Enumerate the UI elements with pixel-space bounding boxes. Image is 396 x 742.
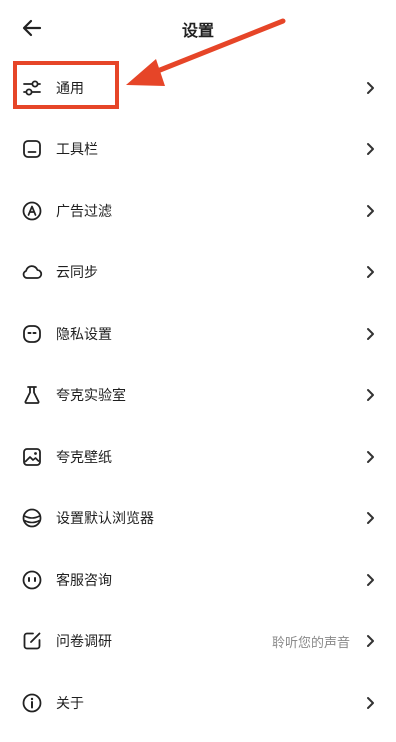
settings-item-label: 夸克实验室 [56, 388, 126, 405]
survey-icon [21, 630, 43, 652]
support-icon [21, 569, 43, 591]
chevron-right-icon [365, 634, 375, 648]
chevron-right-icon [365, 265, 375, 279]
settings-item-label: 问卷调研 [56, 634, 112, 651]
chevron-right-icon [365, 573, 375, 587]
header: 设置 [0, 0, 396, 56]
browser-icon [21, 507, 43, 529]
ad-block-icon [21, 200, 43, 222]
chevron-right-icon [365, 696, 375, 710]
settings-item-default-browser[interactable]: 设置默认浏览器 [0, 488, 396, 550]
chevron-right-icon [365, 142, 375, 156]
settings-item-about[interactable]: 关于 [0, 672, 396, 734]
settings-item-label: 通用 [56, 80, 84, 97]
flask-icon [21, 384, 43, 406]
chevron-right-icon [365, 81, 375, 95]
settings-item-label: 关于 [56, 695, 84, 712]
sliders-icon [21, 77, 43, 99]
privacy-icon [21, 323, 43, 345]
settings-item-privacy[interactable]: 隐私设置 [0, 303, 396, 365]
settings-item-ad-block[interactable]: 广告过滤 [0, 180, 396, 242]
toolbar-icon [21, 138, 43, 160]
settings-item-cloud-sync[interactable]: 云同步 [0, 242, 396, 304]
settings-item-label: 工具栏 [56, 142, 98, 159]
settings-list: 通用 工具栏 广告过滤 云同步 隐私设置 夸克实验室 夸克壁纸 设置默认浏览器 … [0, 57, 396, 734]
chevron-right-icon [365, 327, 375, 341]
settings-item-label: 夸克壁纸 [56, 449, 112, 466]
settings-item-label: 云同步 [56, 265, 98, 282]
settings-item-support[interactable]: 客服咨询 [0, 549, 396, 611]
settings-item-toolbar[interactable]: 工具栏 [0, 119, 396, 181]
wallpaper-icon [21, 446, 43, 468]
settings-item-wallpaper[interactable]: 夸克壁纸 [0, 426, 396, 488]
settings-item-survey[interactable]: 问卷调研 聆听您的声音 [0, 611, 396, 673]
survey-subtitle: 聆听您的声音 [271, 635, 350, 651]
settings-item-general[interactable]: 通用 [0, 57, 396, 119]
chevron-right-icon [365, 450, 375, 464]
chevron-right-icon [365, 204, 375, 218]
info-icon [21, 692, 43, 714]
settings-item-label: 隐私设置 [56, 326, 112, 343]
cloud-icon [21, 261, 43, 283]
chevron-right-icon [365, 388, 375, 402]
chevron-right-icon [365, 511, 375, 525]
settings-item-label: 客服咨询 [56, 572, 112, 589]
settings-item-label: 设置默认浏览器 [56, 511, 154, 528]
settings-item-lab[interactable]: 夸克实验室 [0, 365, 396, 427]
settings-item-label: 广告过滤 [56, 203, 112, 220]
page-title: 设置 [181, 21, 214, 40]
